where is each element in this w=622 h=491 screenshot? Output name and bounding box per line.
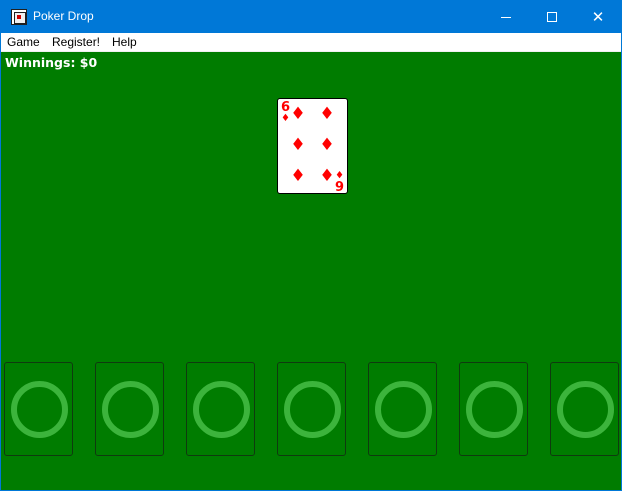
maximize-icon bbox=[547, 12, 557, 22]
ring-icon bbox=[102, 381, 159, 438]
diamond-icon: ♦ bbox=[319, 166, 335, 186]
menu-bar: Game Register! Help bbox=[1, 33, 621, 52]
minimize-icon bbox=[501, 16, 511, 18]
menu-register[interactable]: Register! bbox=[52, 35, 100, 51]
falling-card[interactable]: 6 ♦ ♦ ♦ ♦ ♦ ♦ ♦ 6 ♦ bbox=[277, 98, 348, 194]
ring-icon bbox=[193, 381, 250, 438]
card-slot-4[interactable] bbox=[277, 362, 346, 456]
card-slot-7[interactable] bbox=[550, 362, 619, 456]
diamond-icon: ♦ bbox=[290, 135, 306, 155]
card-slot-6[interactable] bbox=[459, 362, 528, 456]
ring-icon bbox=[284, 381, 341, 438]
title-bar[interactable]: Poker Drop ✕ bbox=[1, 1, 621, 33]
card-rank: 6 bbox=[334, 177, 345, 192]
diamond-icon: ♦ bbox=[290, 104, 306, 124]
window-title: Poker Drop bbox=[33, 9, 94, 23]
poker-drop-app-icon[interactable] bbox=[11, 9, 27, 25]
ring-icon bbox=[375, 381, 432, 438]
winnings-label: Winnings: $0 bbox=[5, 55, 98, 70]
diamond-icon: ♦ bbox=[319, 135, 335, 155]
card-slot-1[interactable] bbox=[4, 362, 73, 456]
app-window: Poker Drop ✕ Game Register! Help Winning… bbox=[0, 0, 622, 491]
card-slot-5[interactable] bbox=[368, 362, 437, 456]
minimize-button[interactable] bbox=[483, 1, 529, 33]
card-corner-bottom-right: 6 ♦ bbox=[334, 168, 345, 192]
diamond-icon: ♦ bbox=[335, 168, 344, 179]
close-icon: ✕ bbox=[591, 7, 605, 26]
diamond-icon: ♦ bbox=[319, 104, 335, 124]
menu-game[interactable]: Game bbox=[7, 35, 40, 51]
maximize-button[interactable] bbox=[529, 1, 575, 33]
menu-help[interactable]: Help bbox=[112, 35, 137, 51]
close-button[interactable]: ✕ bbox=[575, 1, 621, 33]
ring-icon bbox=[11, 381, 68, 438]
ring-icon bbox=[557, 381, 614, 438]
card-slot-2[interactable] bbox=[95, 362, 164, 456]
card-slot-3[interactable] bbox=[186, 362, 255, 456]
game-table[interactable]: Winnings: $0 6 ♦ ♦ ♦ ♦ ♦ ♦ ♦ 6 ♦ bbox=[1, 52, 621, 490]
ring-icon bbox=[466, 381, 523, 438]
diamond-icon: ♦ bbox=[290, 166, 306, 186]
